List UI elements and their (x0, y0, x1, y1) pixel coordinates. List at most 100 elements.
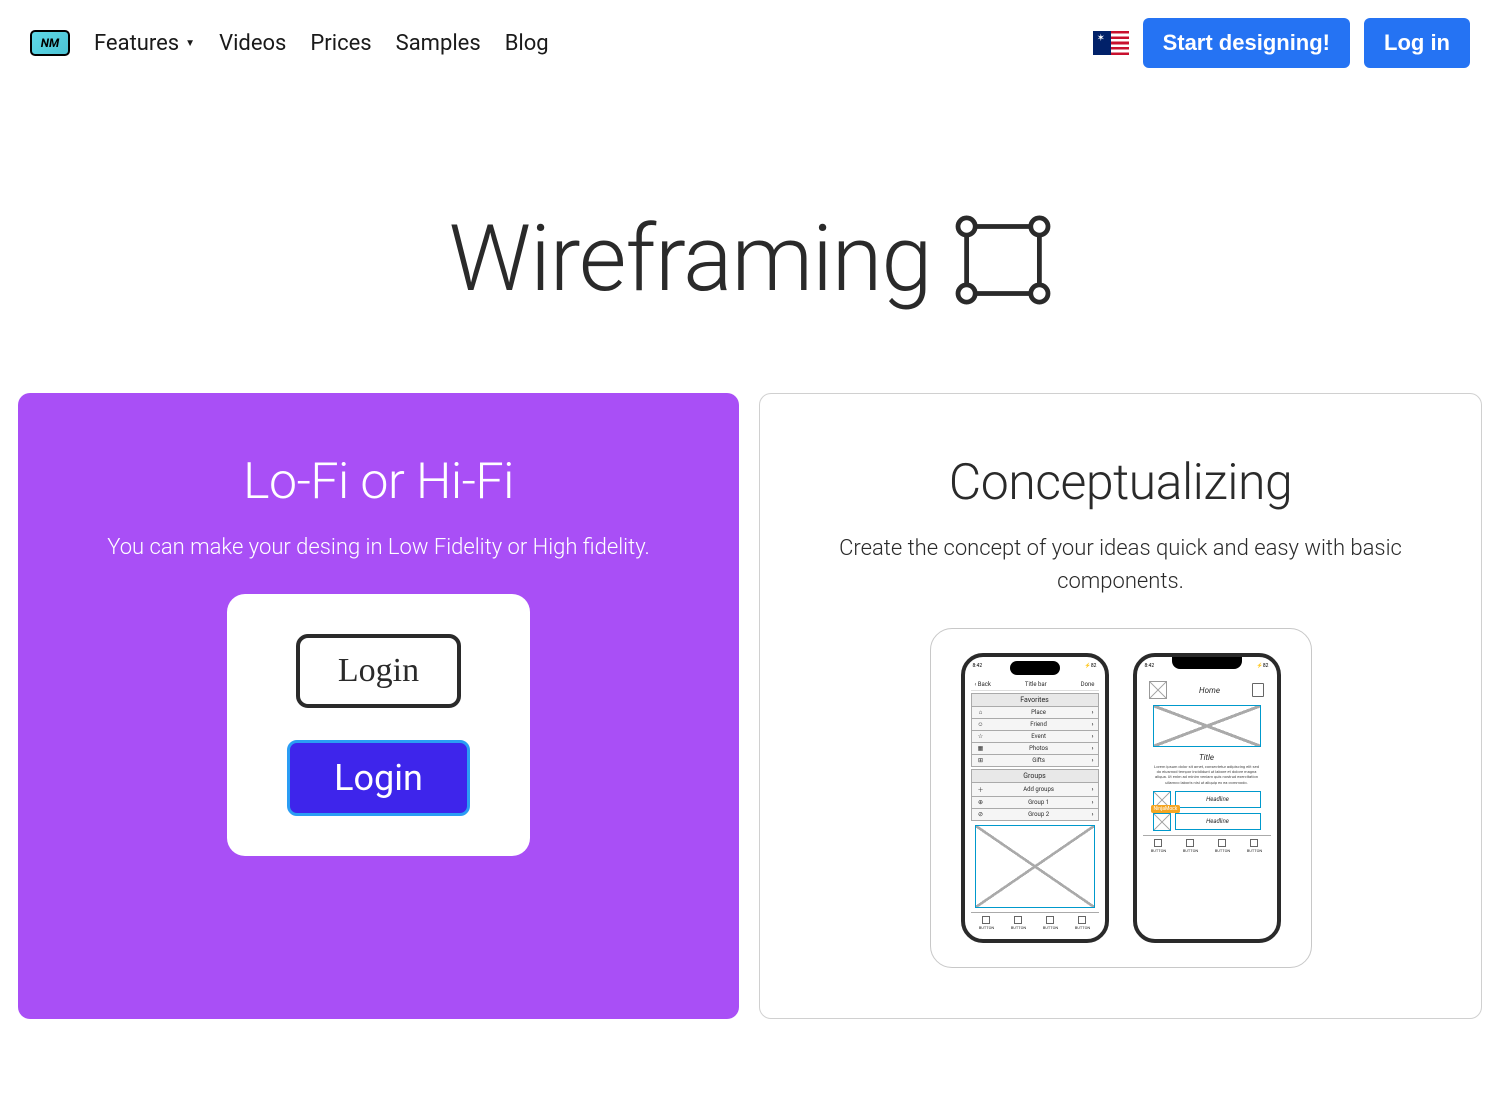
phone-row-label: Event (986, 733, 1092, 740)
phone-time: 8:42 (973, 663, 983, 669)
phone2-home-title: Home (1199, 686, 1220, 695)
phone2-section-title: Title (1153, 753, 1261, 762)
phone2-text-section: Title Lorem ipsum dolor sit amet, consec… (1143, 751, 1271, 787)
phone-toolbar-icon (1046, 916, 1054, 924)
phone-title-bar: Title bar (1025, 681, 1047, 688)
phone2-headline: Headline (1175, 813, 1261, 830)
phone-list-row: ☆Event› (971, 731, 1099, 743)
card-conceptualizing: Conceptualizing Create the concept of yo… (759, 393, 1482, 1019)
phone-list-row: ⊕Group 1› (971, 797, 1099, 809)
chevron-right-icon: › (1092, 733, 1094, 740)
card-concept-title: Conceptualizing (800, 454, 1441, 512)
language-flag-icon[interactable] (1093, 31, 1129, 55)
phone-toolbar-icon (1250, 839, 1258, 847)
phone-row-icon: ⊕ (976, 799, 986, 806)
phone-row-icon: ▦ (976, 745, 986, 752)
phone-toolbar-label: BUTTON (1247, 848, 1262, 853)
ninjamock-badge: NinjaMock (1151, 805, 1181, 813)
nav-left: Features ▼ Videos Prices Samples Blog (30, 30, 549, 56)
nav-prices[interactable]: Prices (310, 31, 371, 56)
phone-time: 8:42 (1145, 663, 1155, 669)
chevron-right-icon: › (1092, 786, 1094, 793)
phone-toolbar-label: BUTTON (1011, 925, 1026, 930)
nav-features-label: Features (94, 31, 179, 56)
phone-row-icon: ⊞ (976, 757, 986, 764)
hero: Wireframing (0, 86, 1500, 393)
phone-list-row: ＋Add groups› (971, 783, 1099, 797)
phone-demo-container: 8:42 ⚡82 ‹ Back Title bar Done Favorites… (930, 628, 1312, 968)
nav-blog[interactable]: Blog (505, 31, 549, 56)
chevron-right-icon: › (1092, 799, 1094, 806)
phone-toolbar-item: BUTTON (979, 916, 994, 930)
phone-toolbar-label: BUTTON (1183, 848, 1198, 853)
phone-status-bar: 8:42 ⚡82 (973, 663, 1097, 669)
phone-done: Done (1081, 681, 1095, 688)
phone-section-groups: Groups (971, 769, 1099, 783)
phone-list-row: ⌂Place› (971, 707, 1099, 719)
phone-row-icon: ⊘ (976, 811, 986, 818)
login-demo-box: Login Login (227, 594, 530, 856)
phone-mockup-1: 8:42 ⚡82 ‹ Back Title bar Done Favorites… (961, 653, 1109, 943)
phone-toolbar: BUTTON BUTTON BUTTON BUTTON (971, 912, 1099, 933)
phone-toolbar-item: BUTTON (1151, 839, 1166, 853)
hero-title: Wireframing (449, 206, 1052, 313)
chevron-right-icon: › (1092, 745, 1094, 752)
phone-toolbar-item: BUTTON (1247, 839, 1262, 853)
phone-toolbar-icon (1154, 839, 1162, 847)
phone-toolbar-icon (982, 916, 990, 924)
phone-back: ‹ Back (975, 681, 991, 688)
phone-toolbar-label: BUTTON (1151, 848, 1166, 853)
chevron-right-icon: › (1092, 709, 1094, 716)
chevron-right-icon: › (1092, 811, 1094, 818)
phone-image-placeholder (975, 825, 1095, 908)
phone-row-label: Photos (986, 745, 1092, 752)
phone-status-bar: 8:42 ⚡82 (1145, 663, 1269, 669)
phone-large-image-placeholder (1153, 705, 1261, 747)
login-solid-button: Login (287, 740, 470, 816)
phone-row-label: Friend (986, 721, 1092, 728)
phone-toolbar-label: BUTTON (1075, 925, 1090, 930)
cards-section: Lo-Fi or Hi-Fi You can make your desing … (0, 393, 1500, 1019)
phone-row-label: Add groups (986, 786, 1092, 793)
phone-row-icon: ☆ (976, 733, 986, 740)
chevron-right-icon: › (1092, 721, 1094, 728)
phone-toolbar-label: BUTTON (1043, 925, 1058, 930)
phone-mockup-2: 8:42 ⚡82 Home Title Lorem ipsum dolor si… (1133, 653, 1281, 943)
phone-row-label: Gifts (986, 757, 1092, 764)
phone-list-row: ⊞Gifts› (971, 755, 1099, 767)
phone-row-icon: ☺ (976, 721, 986, 728)
nav-videos[interactable]: Videos (219, 31, 286, 56)
phone-signal: ⚡82 (1085, 663, 1097, 669)
wireframe-box-icon (955, 215, 1051, 305)
phone-row-label: Group 2 (986, 811, 1092, 818)
phone-toolbar-item: BUTTON (1075, 916, 1090, 930)
phone2-lorem-text: Lorem ipsum dolor sit amet, consectetur … (1153, 764, 1261, 785)
phone-toolbar-item: BUTTON (1215, 839, 1230, 853)
phone-toolbar-icon (1014, 916, 1022, 924)
phone-list-row: ☺Friend› (971, 719, 1099, 731)
phone-content: ‹ Back Title bar Done Favorites ⌂Place›☺… (965, 657, 1105, 939)
phone-list-row: ⊘Group 2› (971, 809, 1099, 821)
hero-title-text: Wireframing (449, 206, 932, 313)
phone-row-label: Group 1 (986, 799, 1092, 806)
phone-row-label: Place (986, 709, 1092, 716)
phone-toolbar-icon (1218, 839, 1226, 847)
start-designing-button[interactable]: Start designing! (1143, 18, 1350, 68)
phone-image-placeholder-icon (1153, 813, 1171, 831)
card-lofi-desc: You can make your desing in Low Fidelity… (58, 531, 699, 564)
phone-signal: ⚡82 (1257, 663, 1269, 669)
nav-samples[interactable]: Samples (396, 31, 481, 56)
logo[interactable] (30, 30, 70, 56)
card-lofi-title: Lo-Fi or Hi-Fi (58, 453, 699, 511)
card-concept-desc: Create the concept of your ideas quick a… (800, 532, 1441, 598)
phone-menu-icon (1252, 683, 1264, 697)
nav-features[interactable]: Features ▼ (94, 31, 195, 56)
chevron-right-icon: › (1092, 757, 1094, 764)
phone-toolbar: BUTTON BUTTON BUTTON BUTTON (1143, 835, 1271, 856)
phone-row-icon: ⌂ (976, 709, 986, 716)
login-button[interactable]: Log in (1364, 18, 1470, 68)
phone-toolbar-item: BUTTON (1011, 916, 1026, 930)
phone2-header: Home (1143, 679, 1271, 701)
phone-toolbar-label: BUTTON (979, 925, 994, 930)
nav-right: Start designing! Log in (1093, 18, 1470, 68)
